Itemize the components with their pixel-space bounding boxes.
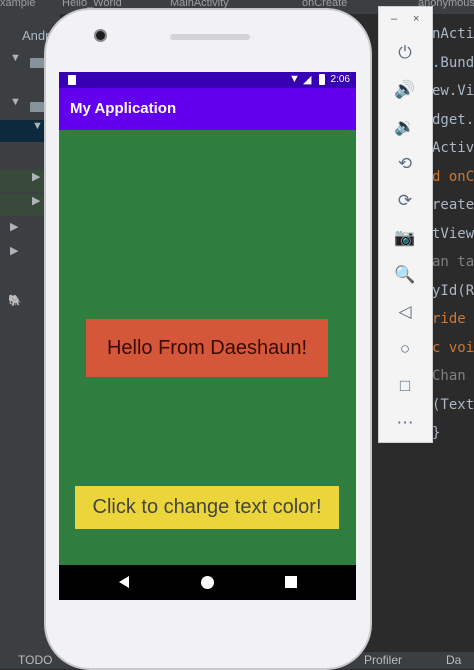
expand-icon: ▶ [10,221,19,233]
folder-icon [30,58,44,68]
code-line: yId(R [432,282,474,299]
data-tab[interactable]: Da [446,653,461,667]
volume-up-icon[interactable]: 🔊 [393,78,417,102]
more-icon[interactable]: ⋯ [393,411,417,435]
app-bar: My Application [59,88,356,130]
expand-icon: ▶ [32,171,41,183]
minimize-icon[interactable]: – [391,13,397,25]
profiler-tab[interactable]: Profiler [364,653,402,667]
collapse-icon: ▼ [10,52,21,64]
earpiece [170,34,250,40]
code-line: .Bund [432,54,474,71]
code-line: ride [432,311,466,327]
nav-home-icon[interactable] [201,576,214,589]
front-camera [94,29,107,42]
breadcrumb-project[interactable]: xample [0,0,35,9]
phone-screen: ▼ ◢ 2:06 My Application Hello From Daesh… [59,72,356,600]
todo-tab[interactable]: TODO [18,653,52,667]
home-icon[interactable]: ○ [393,337,417,361]
code-line: ew.Vi [432,83,474,99]
code-line: } [432,425,441,441]
hello-text: Hello From Daeshaun! [86,319,328,377]
change-color-button[interactable]: Click to change text color! [75,486,339,529]
back-icon[interactable]: ◁ [393,300,417,324]
status-bar: ▼ ◢ 2:06 [59,72,356,88]
volume-down-icon[interactable]: 🔉 [393,115,417,139]
app-title: My Application [70,100,177,117]
close-icon[interactable]: × [413,13,419,25]
code-line: nActivi [432,26,474,42]
camera-icon[interactable]: 📷 [393,226,417,250]
collapse-icon: ▼ [10,96,21,108]
folder-icon [30,102,44,112]
expand-icon: ▶ [10,245,19,257]
zoom-icon[interactable]: 🔍 [393,263,417,287]
code-line: tView [432,225,474,242]
code-line: an ta [432,254,474,270]
emulator-toolbar: – × ⏻ 🔊 🔉 ⟲ ⟳ 📷 🔍 ◁ ○ □ ⋯ [378,6,433,443]
nav-bar [59,565,356,600]
code-line: c voi [432,339,474,356]
nav-back-icon[interactable] [119,576,129,588]
power-icon[interactable]: ⏻ [393,41,417,65]
code-line: Chan [432,368,466,384]
collapse-icon: ▼ [32,120,43,132]
code-line: Activ [432,140,474,156]
code-line: d onC [432,168,474,185]
code-line: dget. [432,111,474,128]
sd-card-icon [68,75,76,85]
rotate-left-icon[interactable]: ⟲ [393,152,417,176]
rotate-right-icon[interactable]: ⟳ [393,189,417,213]
battery-icon [319,74,325,85]
status-time: 2:06 [330,74,350,85]
wifi-icon: ▼ [289,73,300,85]
signal-icon: ◢ [303,74,312,86]
code-line: (Text [432,396,474,413]
code-line: reate [432,197,474,213]
nav-recents-icon[interactable] [285,576,297,588]
expand-icon: ▶ [32,195,41,207]
overview-icon[interactable]: □ [393,374,417,398]
gradle-icon: 🐘 [8,295,22,307]
